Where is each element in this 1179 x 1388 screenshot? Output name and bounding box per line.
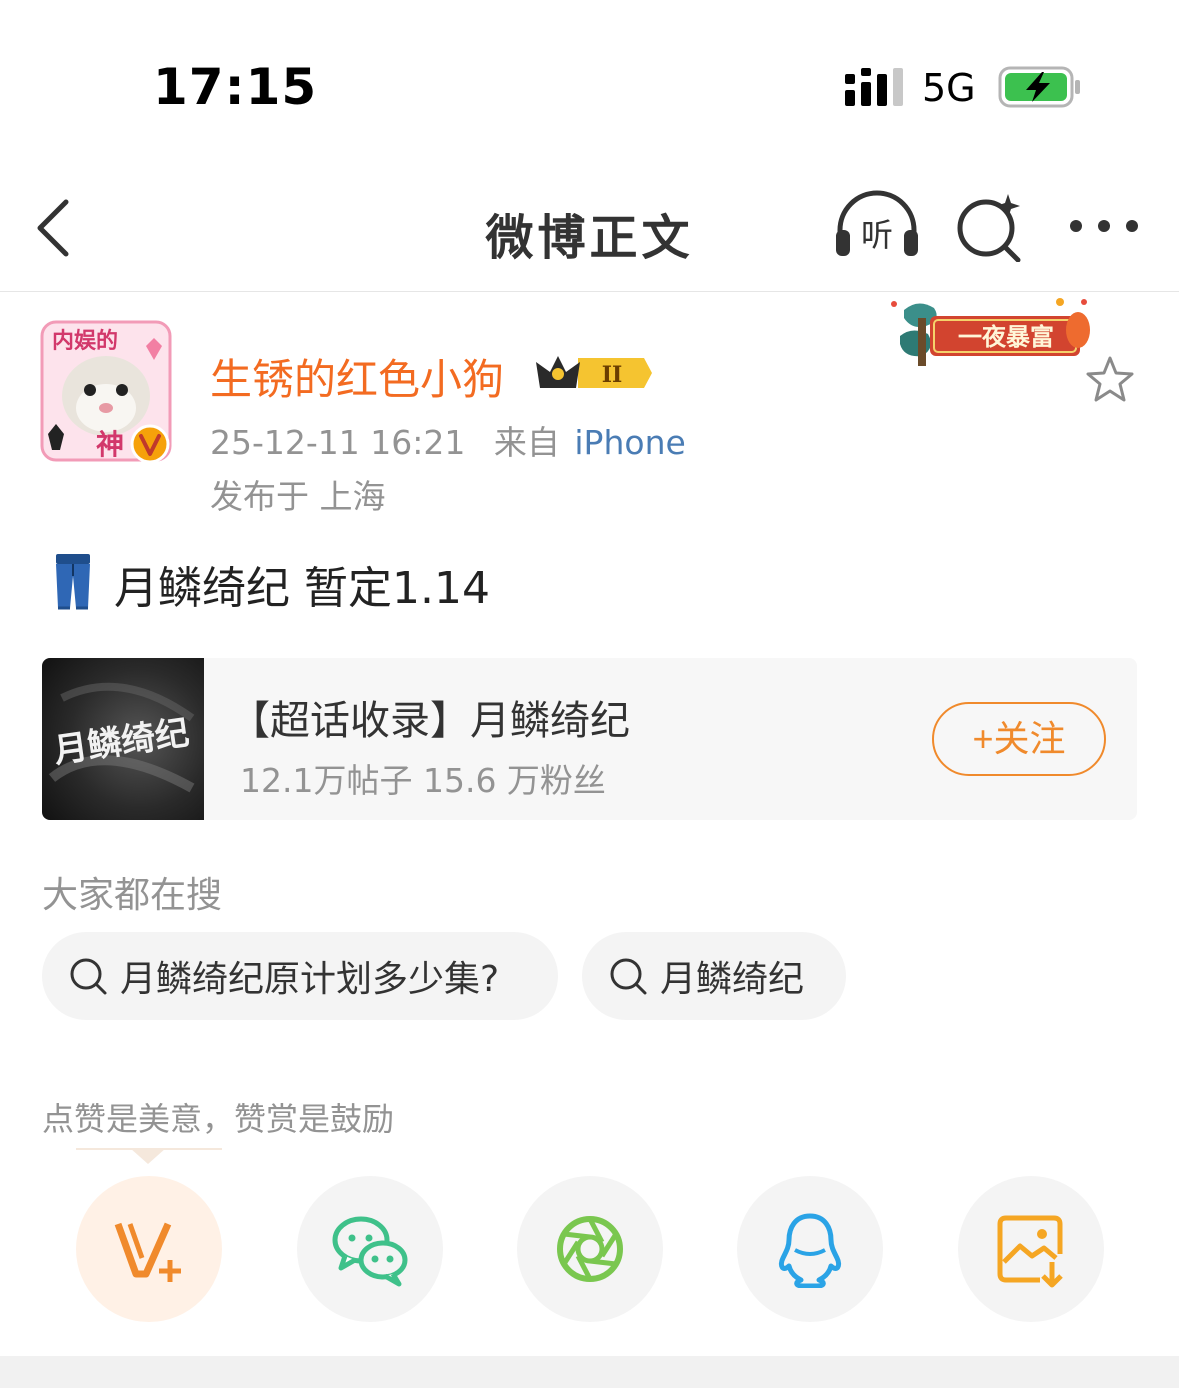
save-image-button[interactable] bbox=[958, 1176, 1104, 1322]
search-chip-label: 月鳞绮纪 bbox=[660, 959, 805, 1000]
search-icon bbox=[70, 958, 107, 995]
save-image-icon bbox=[997, 1215, 1063, 1288]
tooltip-arrow bbox=[130, 1148, 166, 1164]
status-bar: 17:15 5G bbox=[0, 0, 1179, 170]
network-type: 5G bbox=[922, 66, 976, 110]
battery-icon bbox=[998, 66, 1080, 108]
verified-badge-icon bbox=[130, 424, 170, 464]
share-moments-button[interactable] bbox=[517, 1176, 663, 1322]
search-icon bbox=[610, 958, 647, 995]
post-location: 发布于 上海 bbox=[210, 477, 386, 516]
share-qq-button[interactable] bbox=[737, 1176, 883, 1322]
post-text: 月鳞绮纪 暂定1.14 bbox=[114, 563, 490, 614]
status-time: 17:15 bbox=[153, 58, 318, 116]
wechat-icon bbox=[332, 1216, 408, 1287]
topic-thumbnail: 月鳞绮纪 bbox=[42, 658, 204, 820]
post-meta: 25-12-11 16:21 来自 iPhone bbox=[210, 416, 686, 464]
moments-aperture-icon bbox=[557, 1216, 623, 1282]
source-prefix: 来自 bbox=[493, 423, 560, 462]
nav-bar: 微博正文 听 bbox=[0, 170, 1179, 292]
qq-penguin-icon bbox=[778, 1213, 842, 1288]
search-chip[interactable]: 月鳞绮纪 bbox=[582, 932, 846, 1020]
listen-icon[interactable]: 听 bbox=[832, 190, 922, 260]
favorite-star-icon[interactable] bbox=[1084, 354, 1136, 406]
follow-button[interactable]: +关注 bbox=[932, 702, 1106, 776]
topic-stats: 12.1万帖子 15.6 万粉丝 bbox=[240, 761, 606, 800]
super-topic-card[interactable]: 月鳞绮纪 【超话收录】月鳞绮纪 12.1万帖子 15.6 万粉丝 +关注 bbox=[42, 658, 1137, 820]
listen-label: 听 bbox=[861, 216, 893, 254]
trending-search-heading: 大家都在搜 bbox=[42, 875, 223, 916]
signal-icon bbox=[845, 68, 903, 106]
source-link[interactable]: iPhone bbox=[574, 423, 685, 462]
ai-search-icon[interactable] bbox=[952, 190, 1028, 262]
member-crown-badge-icon[interactable]: II bbox=[534, 350, 654, 396]
search-chip-label: 月鳞绮纪原计划多少集? bbox=[120, 959, 500, 1000]
share-wechat-button[interactable] bbox=[297, 1176, 443, 1322]
author-name[interactable]: 生锈的红色小狗 bbox=[210, 346, 504, 407]
avatar-caption-bottom: 神 bbox=[96, 428, 124, 461]
reward-v-plus-icon bbox=[114, 1222, 181, 1282]
decoration-banner-text: 一夜暴富 bbox=[958, 323, 1054, 351]
avatar[interactable]: 内娱的 神 bbox=[36, 316, 176, 466]
jeans-emoji-icon bbox=[56, 554, 90, 610]
search-chip[interactable]: 月鳞绮纪原计划多少集? bbox=[42, 932, 558, 1020]
topic-title: 【超话收录】月鳞绮纪 bbox=[230, 698, 630, 744]
bottom-divider bbox=[0, 1356, 1179, 1388]
reward-hint: 点赞是美意，赞赏是鼓励 bbox=[42, 1100, 395, 1138]
more-icon[interactable] bbox=[1068, 214, 1140, 238]
reward-button[interactable] bbox=[76, 1176, 222, 1322]
decoration-banner[interactable]: 一夜暴富 bbox=[882, 296, 1098, 372]
level-badge-text: II bbox=[602, 362, 623, 388]
avatar-caption-top: 内娱的 bbox=[52, 328, 118, 354]
post-timestamp: 25-12-11 16:21 bbox=[210, 423, 466, 462]
